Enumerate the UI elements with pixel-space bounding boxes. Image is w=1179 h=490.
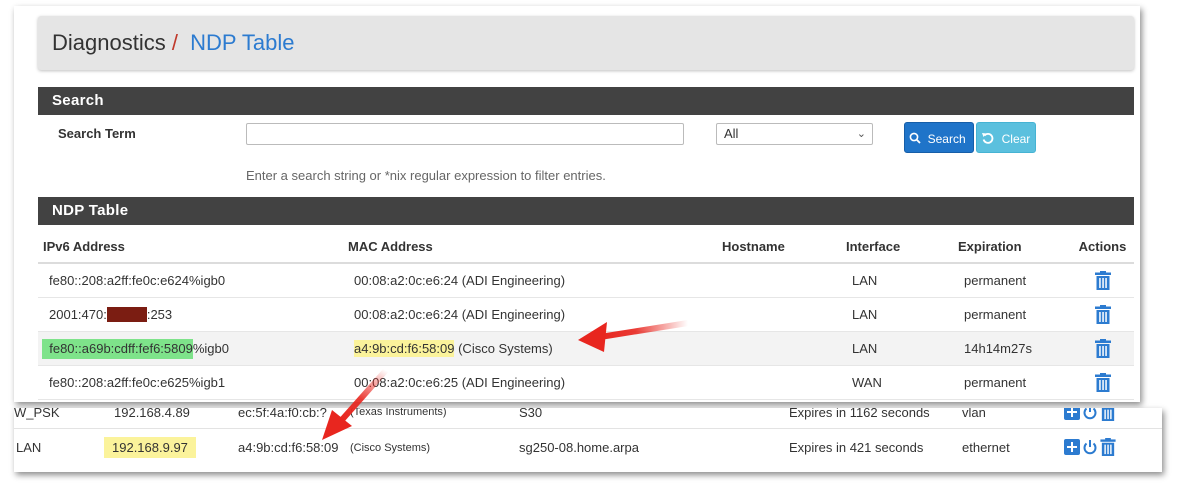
- lease-ip: 192.168.4.89: [114, 408, 190, 420]
- ndp-table: IPv6 Address MAC Address Hostname Interf…: [38, 231, 1134, 400]
- lease-expires: Expires in 421 seconds: [789, 440, 924, 455]
- actions-cell: [1071, 365, 1134, 400]
- search-filter-select[interactable]: All ⌄: [716, 123, 873, 145]
- power-icon[interactable]: [1082, 439, 1098, 455]
- table-row: fe80::208:a2ff:fe0c:e625%igb1 00:08:a2:0…: [38, 365, 1134, 400]
- actions-cell: [1071, 263, 1134, 298]
- search-section-header: Search: [38, 87, 1134, 115]
- col-ipv6-address[interactable]: IPv6 Address: [38, 231, 343, 264]
- search-help-text: Enter a search string or *nix regular ex…: [246, 168, 606, 183]
- trash-icon[interactable]: [1094, 372, 1111, 392]
- ipv6-cell: fe80::208:a2ff:fe0c:e624%igb0: [38, 263, 343, 298]
- actions-cell: [1071, 331, 1134, 366]
- add-icon[interactable]: [1064, 439, 1080, 455]
- search-icon: [909, 131, 925, 146]
- lease-hostname: S30: [519, 408, 543, 420]
- col-actions: Actions: [1071, 231, 1134, 264]
- ipv6-cell: 2001:470: :253: [38, 297, 343, 332]
- ipv6-rest: %igb0: [192, 340, 229, 356]
- ipv6-highlight-text: fe80::a69b:cdff:fef6:5809: [49, 340, 193, 356]
- table-row: fe80::a69b:cdff:fef6:5809%igb0 a4:9b:cd:…: [38, 331, 1134, 366]
- hostname-cell: [717, 263, 841, 298]
- breadcrumb: Diagnostics / NDP Table: [38, 16, 1134, 70]
- lease-expires: Expires in 1162 seconds: [789, 408, 930, 420]
- clear-button[interactable]: Clear: [976, 122, 1036, 153]
- lease-vendor: (Cisco Systems): [350, 442, 431, 454]
- interface-cell: WAN: [841, 365, 953, 400]
- ipv6-highlight: fe80::a69b:cdff:fef6:5809: [42, 338, 193, 359]
- ipv6-cell: fe80::a69b:cdff:fef6:5809%igb0: [38, 331, 343, 366]
- actions-cell: [1071, 297, 1134, 332]
- hostname-cell: [717, 331, 841, 366]
- col-expiration[interactable]: Expiration: [953, 231, 1071, 264]
- lease-actions: [1064, 408, 1118, 421]
- expiration-cell: permanent: [953, 365, 1071, 400]
- lease-type: ethernet: [962, 440, 1010, 455]
- col-interface[interactable]: Interface: [841, 231, 953, 264]
- ndp-page-panel: Diagnostics / NDP Table Search Search Te…: [14, 6, 1140, 402]
- add-icon[interactable]: [1064, 408, 1080, 420]
- search-term-label: Search Term: [58, 126, 136, 141]
- trash-icon[interactable]: [1094, 304, 1111, 324]
- expiration-cell: permanent: [953, 297, 1071, 332]
- hostname-cell: [717, 365, 841, 400]
- interface-cell: LAN: [841, 297, 953, 332]
- search-panel: Search Term All ⌄ Search Clear Enter a s…: [38, 116, 1134, 186]
- dhcp-leases-excerpt: W_PSK 192.168.4.89 ec:5f:4a:f0:cb:? (Tex…: [14, 408, 1162, 472]
- breadcrumb-current[interactable]: NDP Table: [190, 30, 294, 55]
- expiration-cell: 14h14m27s: [953, 331, 1071, 366]
- col-hostname[interactable]: Hostname: [717, 231, 841, 264]
- page-title: Diagnostics / NDP Table: [52, 30, 294, 56]
- lease-ip: 192.168.9.97: [104, 437, 196, 458]
- clear-button-label: Clear: [1001, 132, 1031, 146]
- ipv6-prefix: 2001:470:: [49, 306, 107, 322]
- table-row: fe80::208:a2ff:fe0c:e624%igb0 00:08:a2:0…: [38, 263, 1134, 298]
- ipv6-suffix: :253: [146, 306, 173, 322]
- lease-mac: a4:9b:cd:f6:58:09: [238, 440, 339, 455]
- breadcrumb-separator: /: [171, 30, 178, 55]
- lease-type: vlan: [962, 408, 986, 420]
- mac-cell: 00:08:a2:0c:e6:24 (ADI Engineering): [343, 263, 717, 298]
- ndp-section-header: NDP Table: [38, 197, 1134, 225]
- expiration-cell: permanent: [953, 263, 1071, 298]
- lease-interface: LAN: [16, 440, 42, 455]
- mac-vendor: (Cisco Systems): [454, 340, 553, 356]
- hostname-cell: [717, 297, 841, 332]
- trash-icon[interactable]: [1094, 270, 1111, 290]
- interface-cell: LAN: [841, 331, 953, 366]
- chevron-down-icon: ⌄: [856, 128, 866, 140]
- mac-highlight: a4:9b:cd:f6:58:09: [354, 339, 455, 357]
- search-button[interactable]: Search: [904, 122, 974, 153]
- lease-vendor: (Texas Instruments): [350, 408, 447, 418]
- trash-icon[interactable]: [1100, 408, 1116, 421]
- table-row: 2001:470: :253 00:08:a2:0c:e6:24 (ADI Eng…: [38, 297, 1134, 332]
- trash-icon[interactable]: [1094, 338, 1111, 358]
- breadcrumb-root[interactable]: Diagnostics: [52, 30, 166, 55]
- power-icon[interactable]: [1082, 408, 1098, 420]
- search-input[interactable]: [246, 123, 684, 145]
- search-button-label: Search: [927, 132, 966, 146]
- redacted-block: [106, 306, 147, 322]
- lease-actions: [1064, 438, 1118, 456]
- search-filter-value: All: [724, 126, 739, 141]
- mac-cell: a4:9b:cd:f6:58:09 (Cisco Systems): [343, 331, 717, 366]
- lease-hostname: sg250-08.home.arpa: [519, 440, 639, 455]
- col-mac-address[interactable]: MAC Address: [343, 231, 717, 264]
- list-item: LAN 192.168.9.97 a4:9b:cd:f6:58:09 (Cisc…: [14, 432, 1162, 466]
- table-header-row: IPv6 Address MAC Address Hostname Interf…: [38, 231, 1134, 264]
- interface-cell: LAN: [841, 263, 953, 298]
- trash-icon[interactable]: [1100, 438, 1116, 456]
- row-divider: [14, 428, 1162, 429]
- undo-icon: [981, 131, 999, 146]
- ipv6-cell: fe80::208:a2ff:fe0c:e625%igb1: [38, 365, 343, 400]
- lease-mac: ec:5f:4a:f0:cb:?: [238, 408, 327, 420]
- lease-interface: W_PSK: [14, 408, 60, 420]
- mac-cell: 00:08:a2:0c:e6:24 (ADI Engineering): [343, 297, 717, 332]
- mac-cell: 00:08:a2:0c:e6:25 (ADI Engineering): [343, 365, 717, 400]
